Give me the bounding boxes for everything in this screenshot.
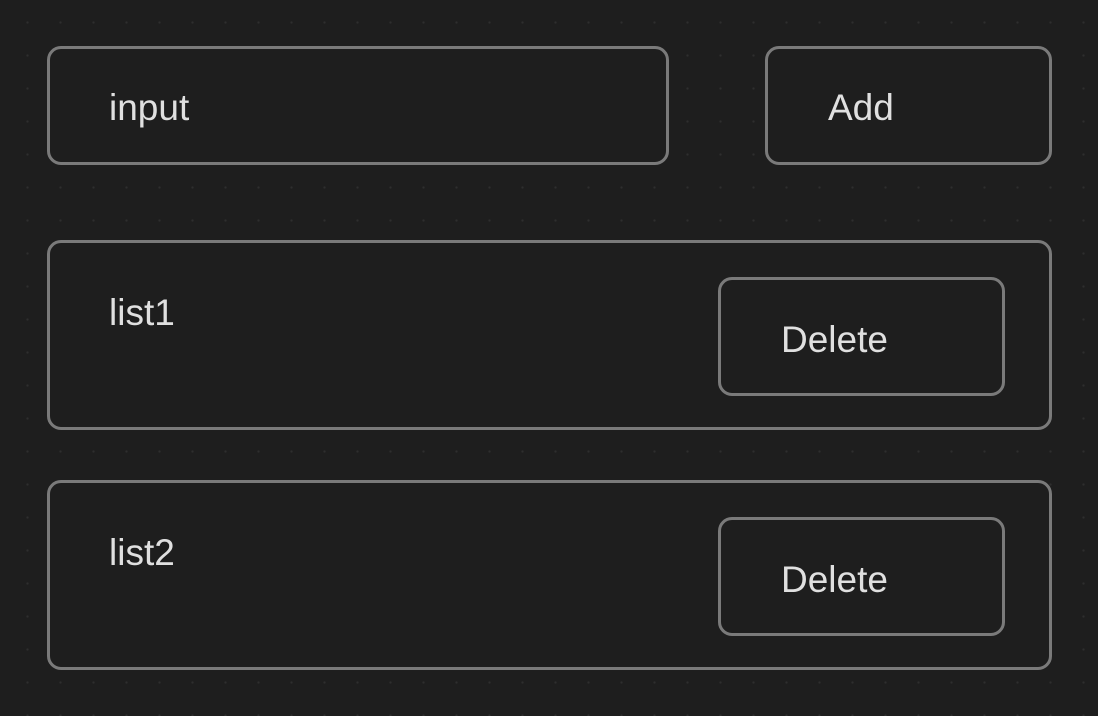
delete-button[interactable]: Delete: [718, 517, 1005, 636]
add-button-label: Add: [828, 87, 894, 128]
delete-button[interactable]: Delete: [718, 277, 1005, 396]
list-item: list2 Delete: [47, 480, 1052, 670]
list-item: list1 Delete: [47, 240, 1052, 430]
add-button[interactable]: Add: [765, 46, 1052, 165]
delete-button-label: Delete: [781, 559, 888, 600]
list-item-label: list1: [109, 292, 175, 333]
todo-input-value: input: [109, 87, 190, 128]
todo-input[interactable]: input: [47, 46, 669, 165]
list-item-label: list2: [109, 532, 175, 573]
delete-button-label: Delete: [781, 319, 888, 360]
